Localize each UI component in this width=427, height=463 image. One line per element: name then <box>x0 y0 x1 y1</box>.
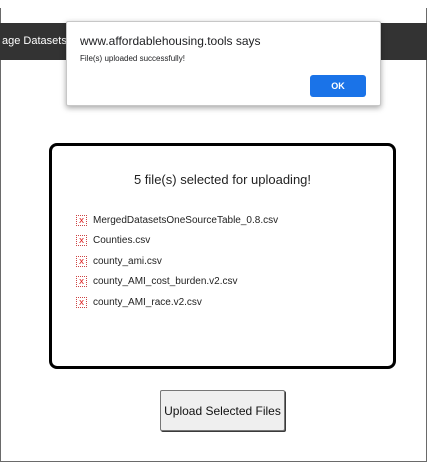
file-list: x MergedDatasetsOneSourceTable_0.8.csv x… <box>76 210 278 313</box>
file-name: Counties.csv <box>93 235 151 247</box>
dialog-title: www.affordablehousing.tools says <box>80 34 261 48</box>
nav-item-manage-datasets[interactable]: age Datasets <box>0 23 67 60</box>
close-icon[interactable]: x <box>76 235 87 247</box>
ok-button[interactable]: OK <box>310 75 366 97</box>
close-icon[interactable]: x <box>76 296 87 308</box>
selected-files-heading: 5 file(s) selected for uploading! <box>133 172 312 187</box>
list-item: x county_ami.csv <box>76 251 278 272</box>
upload-selected-files-button[interactable]: Upload Selected Files <box>160 390 285 431</box>
close-icon[interactable]: x <box>76 255 87 267</box>
selected-files-panel: 5 file(s) selected for uploading! x Merg… <box>49 143 396 369</box>
list-item: x MergedDatasetsOneSourceTable_0.8.csv <box>76 210 278 231</box>
browser-top-strip <box>0 0 427 8</box>
file-name: county_ami.csv <box>93 255 162 267</box>
dialog-message: File(s) uploaded successfully! <box>80 54 185 63</box>
list-item: x county_AMI_cost_burden.v2.csv <box>76 272 278 293</box>
file-name: county_AMI_cost_burden.v2.csv <box>93 276 238 288</box>
file-name: MergedDatasetsOneSourceTable_0.8.csv <box>93 214 279 226</box>
close-icon[interactable]: x <box>76 276 87 288</box>
list-item: x Counties.csv <box>76 231 278 252</box>
close-icon[interactable]: x <box>76 214 87 226</box>
file-name: county_AMI_race.v2.csv <box>93 296 202 308</box>
list-item: x county_AMI_race.v2.csv <box>76 292 278 313</box>
